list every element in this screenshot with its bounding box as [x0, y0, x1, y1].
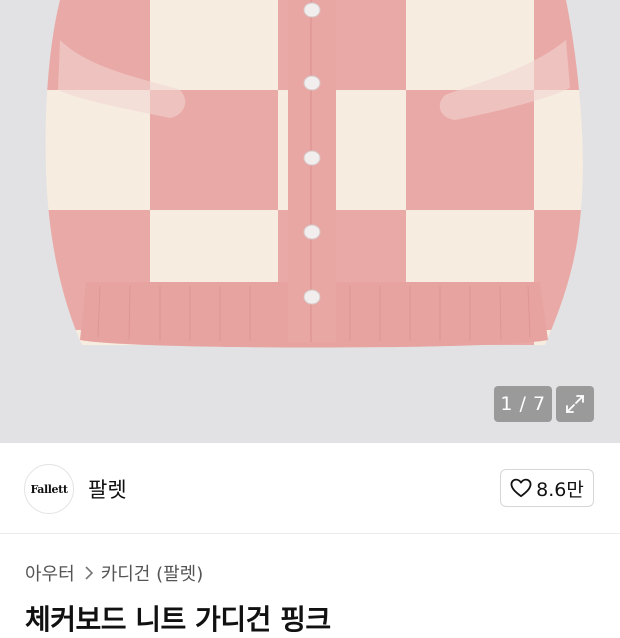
expand-icon	[566, 395, 584, 413]
heart-icon	[510, 478, 532, 498]
product-image[interactable]	[0, 0, 620, 443]
product-title: 체커보드 니트 가디건 핑크	[25, 603, 331, 636]
image-counter: 1 / 7	[494, 386, 552, 422]
like-count: 8.6만	[536, 478, 584, 501]
like-button[interactable]: 8.6만	[500, 469, 594, 507]
chevron-right-icon	[85, 566, 93, 580]
expand-button[interactable]	[556, 386, 594, 422]
brand-row: Fallett 팔렛 8.6만	[0, 443, 620, 533]
brand-logo[interactable]: Fallett	[24, 464, 74, 514]
breadcrumb: 아우터 카디건 (팔렛)	[25, 561, 203, 585]
product-gallery[interactable]: 1 / 7	[0, 0, 620, 443]
brand-logo-text: Fallett	[30, 482, 68, 496]
divider	[0, 533, 620, 534]
breadcrumb-subcategory[interactable]: 카디건 (팔렛)	[101, 560, 204, 586]
brand-name[interactable]: 팔렛	[88, 474, 127, 504]
breadcrumb-category[interactable]: 아우터	[25, 560, 75, 586]
